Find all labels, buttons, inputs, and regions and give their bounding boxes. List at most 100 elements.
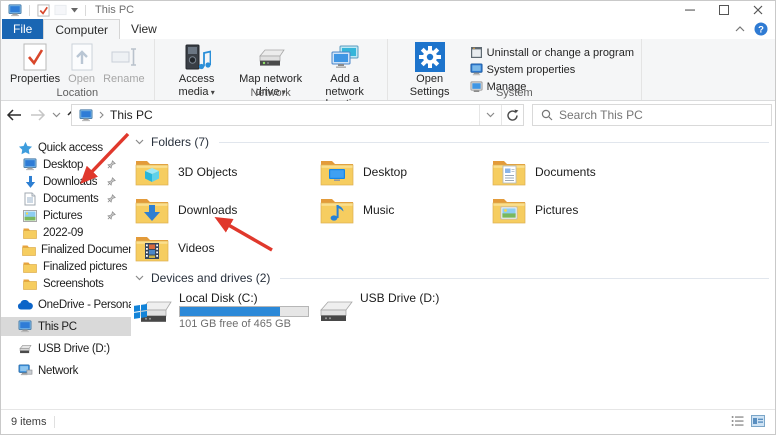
sidebar-item-2022-09[interactable]: 2022-09	[1, 224, 131, 241]
section-header-devices-and-drives-2[interactable]: Devices and drives (2)	[135, 269, 769, 287]
folder-documents-icon	[492, 157, 526, 187]
ribbon-button-uninstall-or-change-a-program[interactable]: Uninstall or change a program	[470, 46, 634, 59]
refresh-button[interactable]	[501, 105, 523, 125]
properties-icon	[22, 42, 48, 72]
sidebar-item-label: This PC	[38, 321, 77, 333]
usb-icon	[17, 344, 33, 354]
this-pc-icon	[17, 320, 33, 333]
section-rule	[219, 142, 769, 143]
search-box[interactable]	[532, 104, 772, 126]
folder-tile-3d-objects[interactable]: 3D Objects	[133, 153, 318, 191]
section-title: Folders (7)	[151, 135, 209, 149]
folder-tile-desktop[interactable]: Desktop	[318, 153, 490, 191]
qat-new-folder-button[interactable]	[54, 4, 67, 16]
sidebar-item-documents[interactable]: Documents	[1, 190, 131, 207]
collapse-ribbon-button[interactable]	[735, 26, 745, 32]
tab-computer[interactable]: Computer	[43, 19, 120, 39]
folder-icon	[22, 227, 38, 239]
status-separator	[54, 416, 55, 428]
this-pc-icon	[8, 4, 22, 17]
drive-windows-icon	[133, 296, 173, 326]
content-pane: Folders (7) 3D Objects Desktop Documents Dow…	[131, 128, 775, 409]
sidebar-item-label: Network	[38, 365, 78, 377]
breadcrumb-location[interactable]: This PC	[110, 108, 153, 122]
folder-3d-objects-icon	[135, 157, 169, 187]
downloads-icon	[22, 175, 38, 189]
sidebar-item-finalized-pictures[interactable]: Finalized pictures	[1, 258, 131, 275]
tab-file[interactable]: File	[2, 19, 43, 39]
folder-tile-label: Documents	[535, 165, 596, 179]
qat-properties-button[interactable]	[37, 4, 50, 17]
drive-tile-local-disk-c[interactable]: Local Disk (C:) 101 GB free of 465 GB	[133, 291, 318, 331]
maximize-button[interactable]	[707, 1, 741, 19]
sidebar-item-screenshots[interactable]: Screenshots	[1, 275, 131, 292]
status-bar: 9 items	[1, 409, 775, 434]
sidebar-item-downloads[interactable]: Downloads	[1, 173, 131, 190]
network-icon	[17, 364, 33, 377]
qat-customize-button[interactable]	[71, 8, 78, 13]
system-properties-icon	[470, 63, 483, 76]
folder-icon	[22, 261, 38, 273]
ribbon: PropertiesOpenRenameLocationAccess media…	[1, 39, 775, 101]
ribbon-button-rename: Rename	[99, 41, 149, 87]
main-body: Quick accessDesktopDownloadsDocumentsPic…	[1, 128, 775, 409]
ribbon-button-label: Properties	[10, 73, 60, 86]
sidebar-item-onedrive-personal[interactable]: OneDrive - Personal	[1, 295, 131, 314]
sidebar-item-label: Finalized Documents	[41, 244, 131, 256]
folder-tile-documents[interactable]: Documents	[490, 153, 775, 191]
sidebar-item-label: Documents	[43, 193, 98, 205]
minimize-button[interactable]	[673, 1, 707, 19]
rename-icon	[110, 42, 138, 72]
forward-button[interactable]	[27, 109, 49, 121]
open-settings-icon	[415, 42, 445, 72]
sidebar-item-network[interactable]: Network	[1, 361, 131, 380]
chevron-down-icon	[135, 275, 144, 281]
folder-tile-videos[interactable]: Videos	[133, 229, 318, 267]
sidebar-item-label: Finalized pictures	[43, 261, 127, 273]
folder-tile-pictures[interactable]: Pictures	[490, 191, 775, 229]
section-header-folders-7[interactable]: Folders (7)	[135, 133, 769, 151]
address-dropdown-button[interactable]	[479, 105, 501, 125]
folder-downloads-icon	[135, 195, 169, 225]
ribbon-button-properties[interactable]: Properties	[6, 41, 64, 87]
ribbon-button-label: System properties	[487, 64, 576, 76]
drive-label: Local Disk (C:)	[179, 292, 309, 305]
ribbon-button-system-properties[interactable]: System properties	[470, 63, 634, 76]
drive-tile-usb-drive-d[interactable]: USB Drive (D:)	[318, 291, 775, 331]
back-button[interactable]	[1, 109, 27, 121]
file-explorer-window: This PC File ComputerView ? Properties Ope…	[0, 0, 776, 435]
add-network-location-icon	[330, 42, 360, 72]
sidebar-item-label: USB Drive (D:)	[38, 343, 110, 355]
folder-tile-label: Desktop	[363, 165, 407, 179]
sidebar-item-desktop[interactable]: Desktop	[1, 156, 131, 173]
status-tiles-view-icon[interactable]	[751, 415, 765, 430]
folder-tile-downloads[interactable]: Downloads	[133, 191, 318, 229]
tab-view[interactable]: View	[120, 19, 168, 39]
window-title: This PC	[95, 4, 134, 16]
ribbon-tab-row: File ComputerView ?	[1, 19, 775, 40]
status-details-view-icon[interactable]	[731, 415, 744, 430]
map-network-drive-icon	[256, 42, 286, 72]
breadcrumb[interactable]: This PC	[72, 105, 479, 125]
picture-icon	[22, 210, 38, 222]
tab-label: File	[13, 22, 32, 36]
sidebar-item-finalized-documents[interactable]: Finalized Documents	[1, 241, 131, 258]
sidebar-item-usb-drive-d[interactable]: USB Drive (D:)	[1, 339, 131, 358]
folder-tile-label: Music	[363, 203, 394, 217]
search-input[interactable]	[559, 108, 739, 122]
sidebar-item-quick-access[interactable]: Quick access	[1, 139, 131, 156]
ribbon-group-label: Location	[1, 87, 154, 99]
section-devices-and-drives-2: Devices and drives (2) Local Disk (C:) 101…	[131, 269, 775, 331]
address-bar[interactable]: This PC	[71, 104, 524, 126]
sidebar-item-pictures[interactable]: Pictures	[1, 207, 131, 224]
drive-free-space: 101 GB free of 465 GB	[179, 318, 309, 331]
folder-tile-music[interactable]: Music	[318, 191, 490, 229]
ribbon-group-label: System	[388, 87, 641, 99]
sidebar-item-this-pc[interactable]: This PC	[1, 317, 131, 336]
ribbon-button-label: Open	[68, 73, 95, 86]
recent-locations-button[interactable]	[49, 112, 63, 118]
folder-tile-label: Pictures	[535, 203, 578, 217]
navigation-pane: Quick accessDesktopDownloads Documents Pic…	[1, 128, 131, 409]
close-button[interactable]	[741, 1, 775, 19]
help-button[interactable]: ?	[754, 22, 768, 36]
